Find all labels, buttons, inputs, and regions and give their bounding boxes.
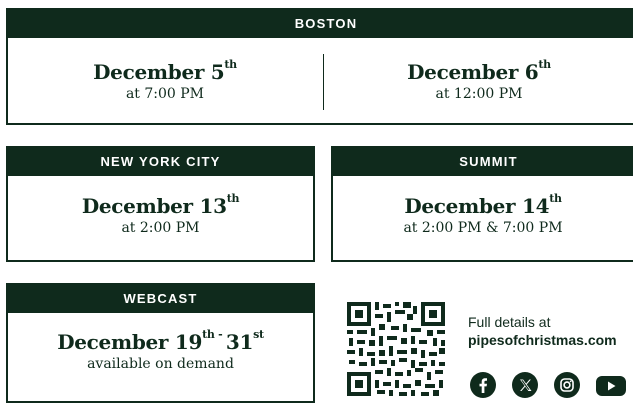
boston-left-time: at 7:00 PM: [125, 86, 205, 102]
webcast-time: available on demand: [87, 356, 234, 372]
summit-date: December 14th: [404, 192, 562, 218]
facebook-icon[interactable]: [470, 372, 496, 398]
webcast-header: WEBCAST: [8, 285, 313, 313]
boston-left-date: December 5th: [93, 58, 237, 84]
instagram-icon[interactable]: [554, 372, 580, 398]
nyc-date: December 13th: [81, 192, 240, 218]
summit-card: SUMMIT December 14th at 2:00 PM & 7:00 P…: [331, 146, 633, 262]
boston-card: BOSTON December 5th at 7:00 PM December …: [6, 8, 633, 125]
boston-right-slot: December 6th at 12:00 PM: [324, 58, 633, 102]
boston-left-slot: December 5th at 7:00 PM: [8, 58, 322, 102]
summit-slot: December 14th at 2:00 PM & 7:00 PM: [333, 192, 633, 236]
boston-right-time: at 12:00 PM: [435, 86, 523, 102]
details-label: Full details at: [468, 314, 551, 330]
webcast-date: December 19th - 31st: [57, 328, 264, 354]
details-url-link[interactable]: pipesofchristmas.com: [468, 332, 617, 348]
qr-code[interactable]: [345, 300, 447, 396]
boston-right-date: December 6th: [407, 58, 551, 84]
nyc-card: NEW YORK CITY December 13th at 2:00 PM: [6, 146, 315, 262]
nyc-header: NEW YORK CITY: [8, 148, 313, 176]
nyc-time: at 2:00 PM: [121, 220, 200, 236]
summit-time: at 2:00 PM & 7:00 PM: [403, 220, 563, 236]
webcast-card: WEBCAST December 19th - 31st available o…: [6, 283, 315, 403]
nyc-slot: December 13th at 2:00 PM: [8, 192, 313, 236]
x-icon[interactable]: [512, 372, 538, 398]
summit-header: SUMMIT: [333, 148, 633, 176]
boston-header: BOSTON: [8, 10, 633, 38]
webcast-slot: December 19th - 31st available on demand: [8, 328, 313, 372]
youtube-icon[interactable]: [596, 372, 626, 398]
